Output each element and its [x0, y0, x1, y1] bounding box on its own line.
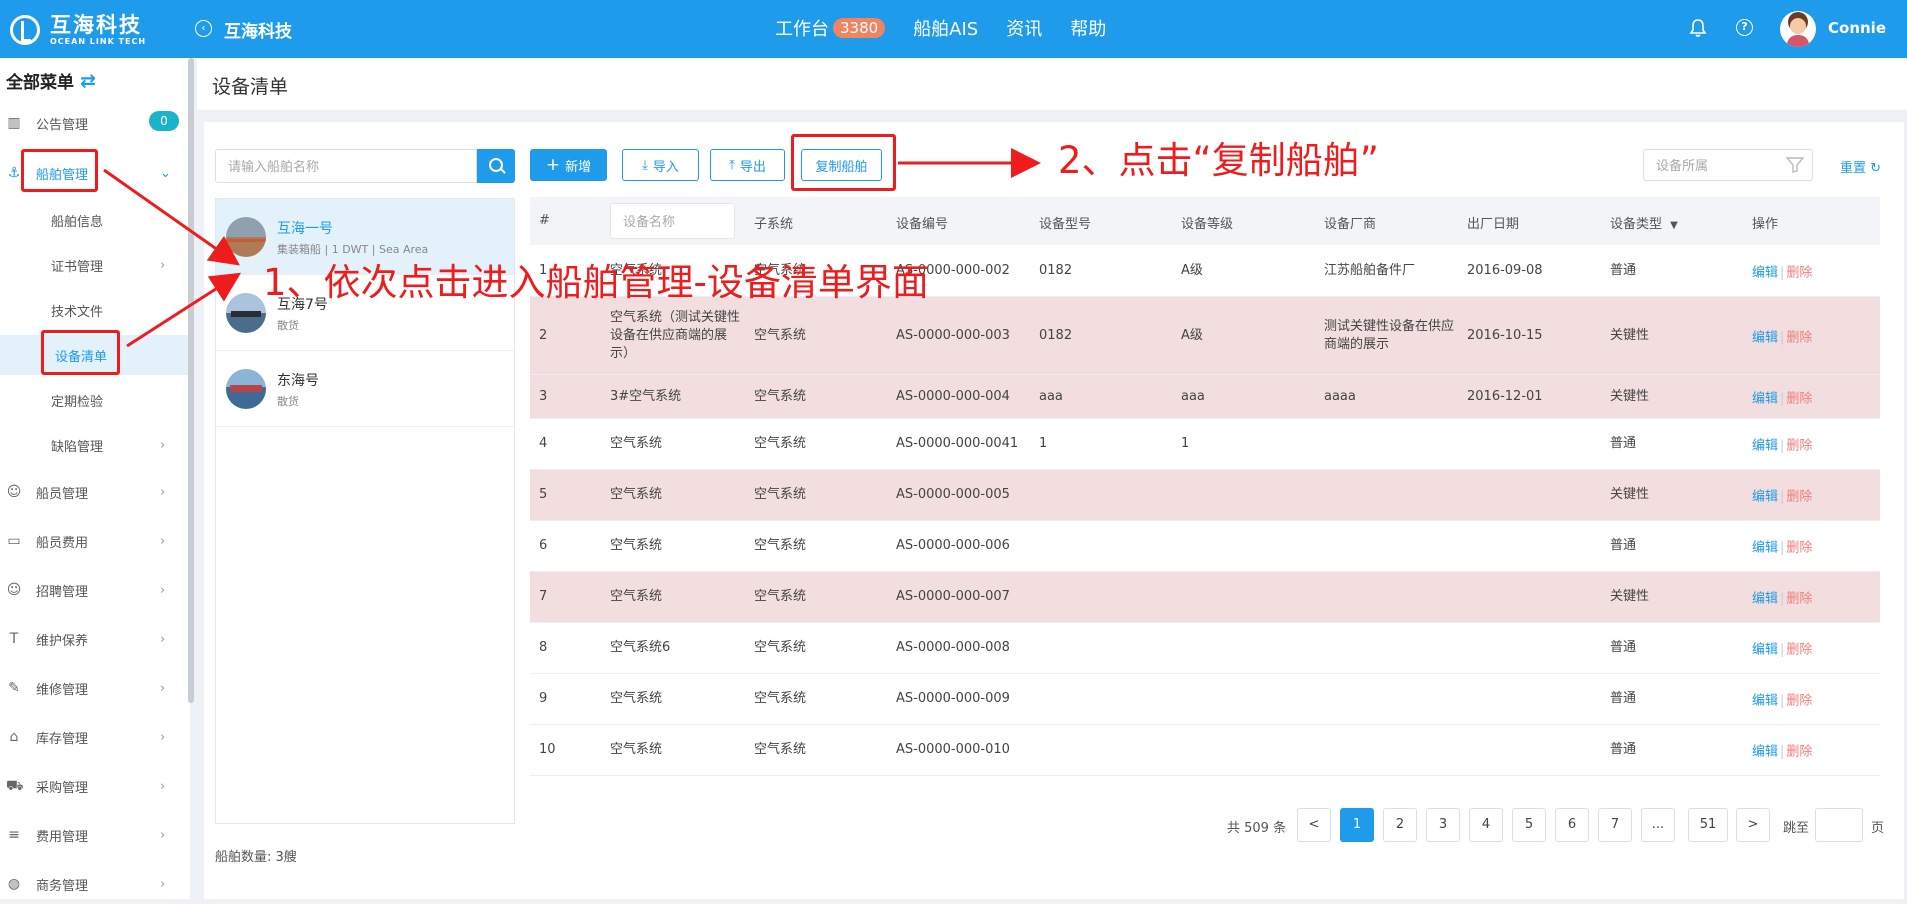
annotation-arrows — [103, 148, 1041, 348]
annotation-step2: 2、点击“复制船舶” — [1058, 139, 1379, 182]
arrow-to-equipment-list — [126, 272, 242, 348]
arrow-to-ship-mgmt — [103, 168, 240, 266]
annotation-step1: 1、依次点击进入船舶管理-设备清单界面 — [263, 261, 929, 304]
